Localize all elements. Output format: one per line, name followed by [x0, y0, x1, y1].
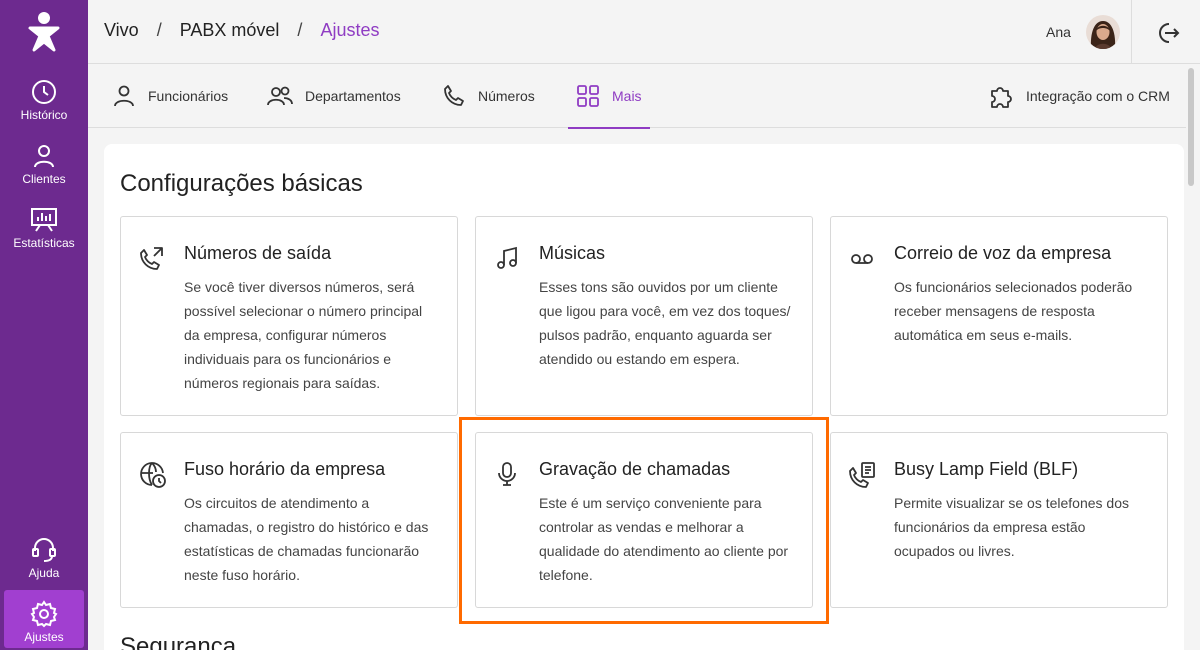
user-name: Ana	[1046, 24, 1071, 40]
tab-label: Funcionários	[148, 88, 229, 104]
card-busy-lamp-field[interactable]: Busy Lamp Field (BLF) Permite visualizar…	[830, 432, 1168, 608]
vivo-logo-icon[interactable]	[24, 10, 64, 54]
tab-mais[interactable]: Mais	[568, 64, 650, 129]
top-bar: Vivo / PABX móvel / Ajustes Ana	[88, 0, 1200, 64]
grid-icon	[576, 84, 600, 108]
person-icon	[31, 142, 57, 170]
breadcrumb-separator: /	[297, 20, 303, 40]
puzzle-icon	[988, 83, 1014, 109]
settings-tabs: Funcionários Departamentos Números Mais …	[88, 64, 1186, 129]
section-title: Configurações básicas	[120, 170, 363, 197]
card-description: Se você tiver diversos números, será pos…	[184, 279, 423, 391]
sidebar-item-label: Histórico	[20, 108, 68, 122]
card-title: Números de saída	[184, 243, 332, 263]
breadcrumb-vivo[interactable]: Vivo	[104, 20, 139, 41]
people-icon	[267, 84, 293, 108]
card-title: Correio de voz da empresa	[894, 243, 1112, 263]
phone-icon	[442, 84, 466, 108]
card-musicas[interactable]: Músicas Esses tons são ouvidos por um cl…	[475, 216, 813, 416]
sidebar-item-ajustes[interactable]: Ajustes	[4, 590, 84, 648]
card-title: Gravação de chamadas	[539, 459, 731, 479]
card-fuso-horario[interactable]: Fuso horário da empresa Os circuitos de …	[120, 432, 458, 608]
tab-label: Departamentos	[305, 88, 401, 104]
card-numeros-de-saida[interactable]: Números de saída Se você tiver diversos …	[120, 216, 458, 416]
sidebar-item-label: Clientes	[22, 172, 66, 186]
breadcrumb-ajustes: Ajustes	[320, 20, 380, 40]
phone-outgoing-icon	[139, 245, 165, 271]
divider	[1131, 0, 1132, 64]
card-gravacao-de-chamadas[interactable]: Gravação de chamadas Este é um serviço c…	[475, 432, 813, 608]
chart-icon	[30, 206, 58, 234]
tab-integracao-crm[interactable]: Integração com o CRM	[988, 64, 1170, 128]
breadcrumb-pabx[interactable]: PABX móvel	[180, 20, 280, 41]
card-title: Músicas	[539, 243, 606, 263]
gear-icon	[30, 600, 58, 628]
sidebar-item-clientes[interactable]: Clientes	[4, 132, 84, 190]
card-description: Os circuitos de atendimento a chamadas, …	[184, 495, 429, 583]
tab-funcionarios[interactable]: Funcionários	[112, 64, 228, 128]
breadcrumb-separator: /	[156, 20, 162, 40]
sidebar: Histórico Clientes Estatísticas Ajuda Aj…	[0, 0, 88, 650]
scrollbar[interactable]	[1188, 68, 1194, 186]
card-correio-de-voz[interactable]: Correio de voz da empresa Os funcionário…	[830, 216, 1168, 416]
sidebar-item-ajuda[interactable]: Ajuda	[4, 526, 84, 584]
avatar[interactable]	[1086, 15, 1120, 49]
sidebar-item-estatisticas[interactable]: Estatísticas	[4, 196, 84, 254]
clock-icon	[31, 78, 57, 106]
headset-icon	[31, 536, 57, 564]
breadcrumb: Vivo / PABX móvel / Ajustes	[104, 20, 379, 41]
tab-label: Mais	[612, 88, 642, 104]
globe-clock-icon	[139, 461, 166, 488]
tab-label: Integração com o CRM	[1026, 88, 1170, 104]
microphone-icon	[494, 461, 520, 487]
music-note-icon	[494, 245, 520, 271]
sidebar-item-label: Ajustes	[24, 630, 64, 644]
phone-list-icon	[849, 461, 875, 488]
person-icon	[112, 84, 136, 108]
section-title-seguranca: Segurança	[120, 633, 237, 650]
tab-label: Números	[478, 88, 535, 104]
card-title: Busy Lamp Field (BLF)	[894, 459, 1079, 479]
tab-numeros[interactable]: Números	[442, 64, 535, 128]
logout-icon[interactable]	[1154, 20, 1180, 46]
sidebar-item-historico[interactable]: Histórico	[4, 68, 84, 126]
voicemail-icon	[849, 245, 875, 271]
tab-departamentos[interactable]: Departamentos	[267, 64, 401, 128]
card-description: Este é um serviço conveniente para contr…	[539, 495, 789, 583]
card-description: Os funcionários selecionados poderão rec…	[894, 279, 1133, 343]
card-description: Esses tons são ouvidos por um cliente qu…	[539, 279, 791, 367]
card-description: Permite visualizar se os telefones dos f…	[894, 495, 1129, 559]
sidebar-item-label: Estatísticas	[13, 236, 75, 250]
card-title: Fuso horário da empresa	[184, 459, 386, 479]
sidebar-item-label: Ajuda	[28, 566, 60, 580]
